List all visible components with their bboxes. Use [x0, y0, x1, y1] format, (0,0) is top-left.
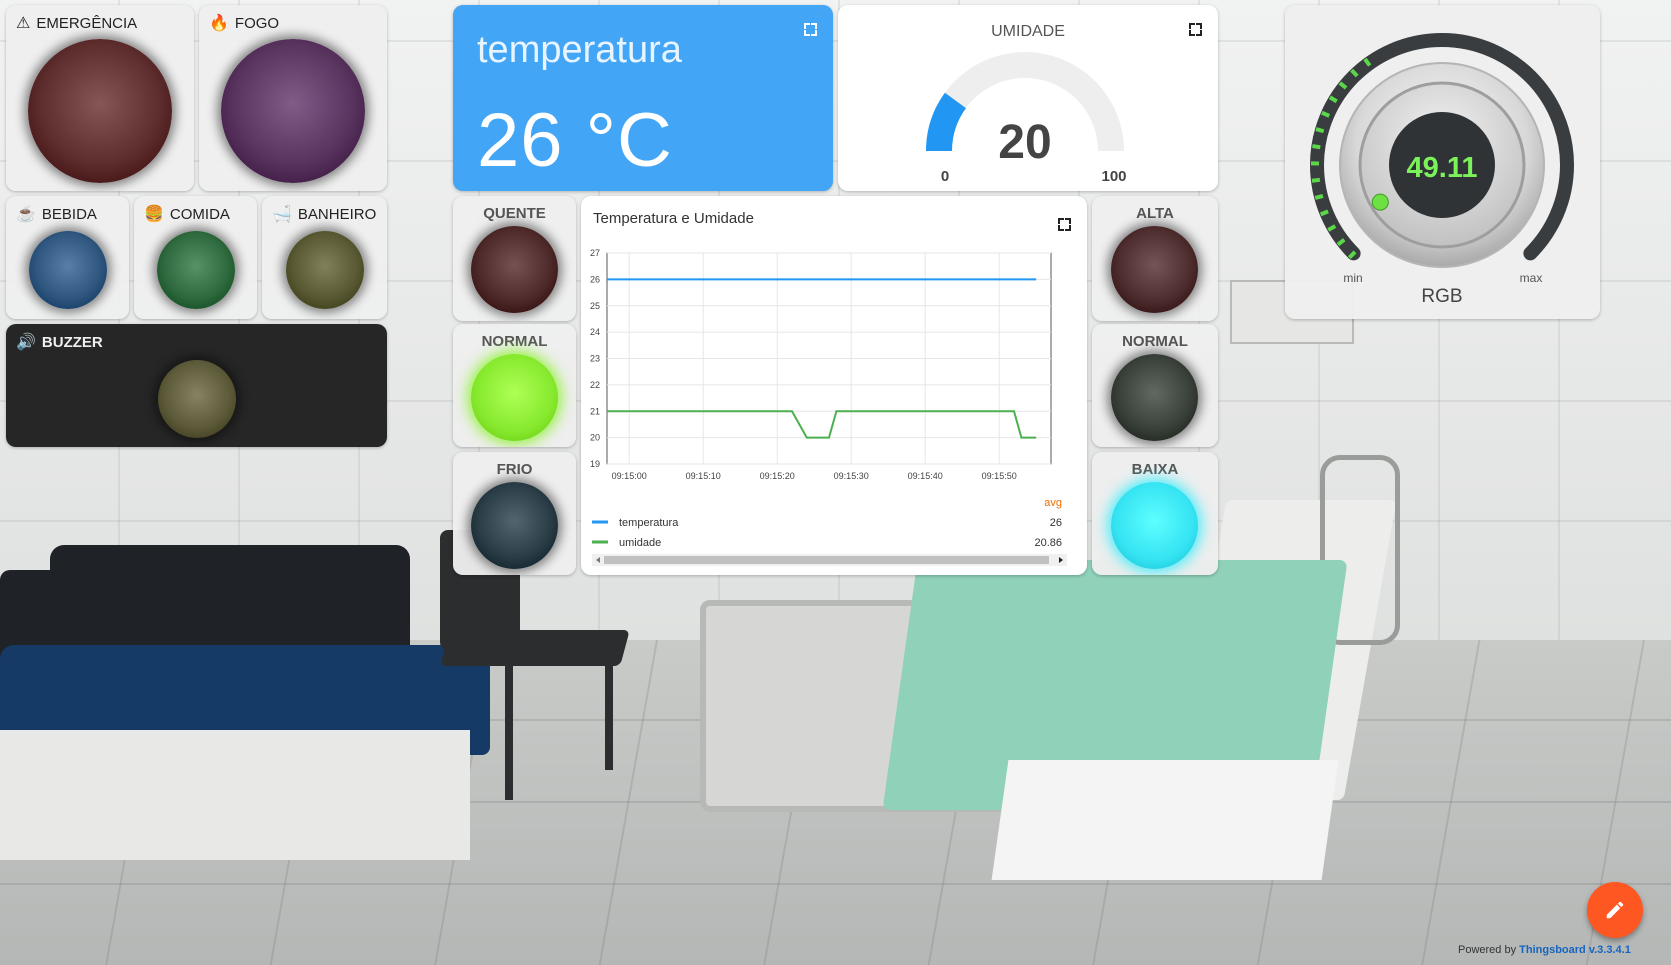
- temperature-card: temperatura 26 °C: [453, 5, 833, 191]
- line-chart: 19 20 21 22 23 24 25 26 27 09:15:00 09:15:10 09:15…: [590, 248, 1067, 566]
- led-normal-hum: [1111, 354, 1198, 441]
- y-tick-label: 24: [590, 327, 600, 337]
- knob-level-tick: [1315, 127, 1325, 134]
- y-tick-label: 23: [590, 354, 600, 364]
- y-tick-label: 25: [590, 301, 600, 311]
- temperature-title: temperatura: [477, 29, 682, 71]
- led-label: COMIDA: [169, 206, 230, 223]
- fire-icon: 🔥: [209, 14, 229, 32]
- knob-title: RGB: [1421, 286, 1462, 307]
- led-label: ALTA: [1136, 205, 1174, 222]
- led-card-quente: QUENTE: [453, 196, 576, 321]
- led-label: EMERGÊNCIA: [36, 15, 138, 32]
- led-card-normal-hum: NORMAL: [1092, 324, 1218, 447]
- knob-min-label: min: [1343, 271, 1362, 285]
- led-comida: [157, 231, 235, 309]
- led-baixa: [1111, 482, 1198, 569]
- legend-avg-header: avg: [1044, 497, 1062, 509]
- legend-series-name[interactable]: umidade: [619, 537, 661, 549]
- buzzer-card: 🔊 BUZZER: [6, 324, 387, 447]
- y-tick-label: 20: [590, 433, 600, 443]
- led-card-alta: ALTA: [1092, 196, 1218, 321]
- knob-level-tick: [1319, 209, 1329, 217]
- bath-icon: 🛁: [272, 205, 292, 223]
- chart-card: Temperatura e Umidade 19 20 21 22 23 24 25 26 27…: [581, 196, 1087, 575]
- humidity-max: 100: [1101, 168, 1126, 185]
- knob-max-label: max: [1520, 271, 1543, 285]
- led-card-comida: 🍔 COMIDA: [134, 196, 257, 319]
- fullscreen-icon[interactable]: [804, 23, 817, 36]
- led-card-emergencia: ⚠ EMERGÊNCIA: [6, 5, 194, 191]
- led-label: BEBIDA: [41, 206, 97, 223]
- led-card-baixa: BAIXA: [1092, 452, 1218, 575]
- y-tick-label: 26: [590, 274, 600, 284]
- powered-by-text: Powered by: [1458, 944, 1517, 956]
- led-buzzer: [158, 360, 236, 438]
- legend-series-avg: 26: [1050, 517, 1062, 529]
- knob-indicator-dot[interactable]: [1371, 193, 1389, 211]
- led-label: FRIO: [496, 461, 533, 478]
- led-card-banheiro: 🛁 BANHEIRO: [262, 196, 387, 319]
- led-card-frio: FRIO: [453, 452, 576, 575]
- knob-level-tick: [1314, 193, 1324, 200]
- series-line-umidade: [607, 410, 1037, 439]
- led-label: BUZZER: [41, 334, 103, 351]
- led-label: NORMAL: [1122, 333, 1188, 350]
- edit-button[interactable]: [1587, 882, 1643, 938]
- led-alta: [1111, 226, 1198, 313]
- y-tick-label: 19: [590, 459, 600, 469]
- x-tick-label: 09:15:30: [834, 471, 869, 481]
- x-tick-label: 09:15:50: [982, 471, 1017, 481]
- humidity-gauge: 20 0 100: [926, 52, 1127, 185]
- led-label: QUENTE: [483, 205, 546, 222]
- thingsboard-link[interactable]: Thingsboard v.3.3.4.1: [1519, 944, 1631, 956]
- scrollbar-thumb[interactable]: [604, 556, 1049, 564]
- x-tick-label: 09:15:10: [686, 471, 721, 481]
- cup-icon: ☕: [16, 205, 36, 223]
- x-tick-label: 09:15:20: [760, 471, 795, 481]
- humidity-min: 0: [941, 168, 949, 185]
- rgb-knob[interactable]: 49.11 min max RGB: [1285, 5, 1600, 319]
- knob-value: 49.11: [1407, 152, 1478, 184]
- led-label: BANHEIRO: [297, 206, 377, 223]
- edit-icon: [1606, 901, 1624, 919]
- led-card-bebida: ☕ BEBIDA: [6, 196, 129, 319]
- led-label: NORMAL: [481, 333, 548, 350]
- x-tick-label: 09:15:40: [908, 471, 943, 481]
- humidity-card: UMIDADE 20 0 100: [838, 5, 1218, 191]
- led-fogo: [221, 39, 365, 183]
- led-card-fogo: 🔥 FOGO: [199, 5, 387, 191]
- knob-level-tick: [1312, 144, 1321, 150]
- led-bebida: [29, 231, 107, 309]
- led-normal-temp: [471, 354, 558, 441]
- led-label: FOGO: [234, 15, 280, 32]
- warning-icon: ⚠: [16, 14, 31, 32]
- rgb-knob-card: 49.11 min max RGB: [1285, 5, 1600, 319]
- temperature-value: 26 °C: [477, 98, 673, 183]
- speaker-icon: 🔊: [16, 333, 36, 351]
- led-card-normal-temp: NORMAL: [453, 324, 576, 447]
- led-quente: [471, 226, 558, 313]
- powered-by: Powered by Thingsboard v.3.3.4.1: [1458, 944, 1631, 956]
- legend-series-avg: 20.86: [1034, 537, 1062, 549]
- led-banheiro: [286, 231, 364, 309]
- legend-series-name[interactable]: temperatura: [619, 517, 679, 529]
- humidity-value: 20: [998, 116, 1051, 169]
- led-frio: [471, 482, 558, 569]
- led-label: BAIXA: [1131, 461, 1179, 478]
- y-tick-label: 22: [590, 380, 600, 390]
- burger-icon: 🍔: [144, 205, 164, 223]
- x-tick-label: 09:15:00: [612, 471, 647, 481]
- led-emergencia: [28, 39, 172, 183]
- knob-level-tick: [1311, 177, 1321, 183]
- y-tick-label: 27: [590, 248, 600, 258]
- y-tick-label: 21: [590, 406, 600, 416]
